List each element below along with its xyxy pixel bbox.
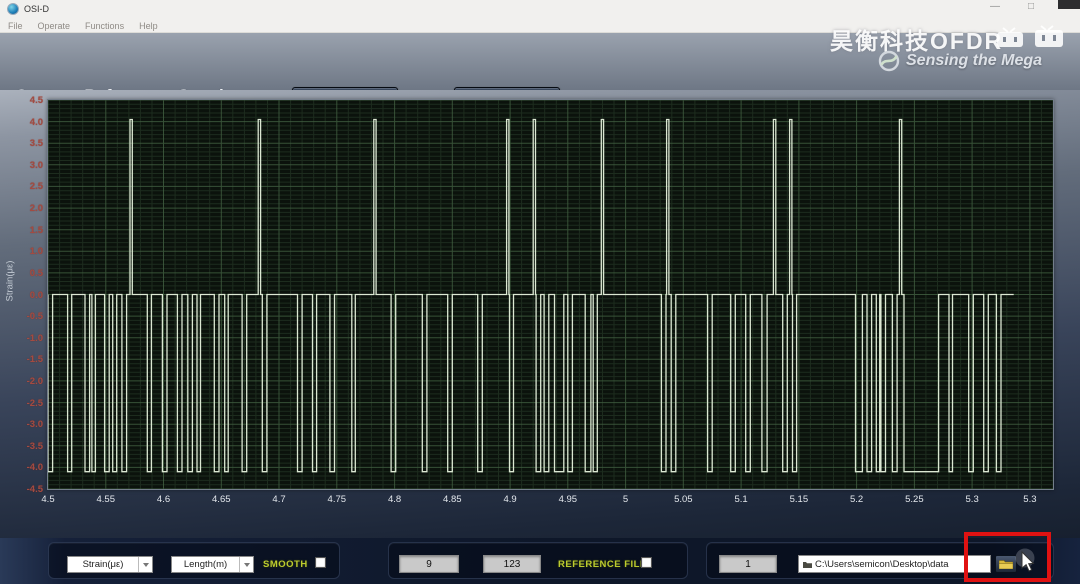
x-tick-label: 5.05 xyxy=(674,494,693,505)
reference-group: 9 123 REFERENCE FILE xyxy=(388,542,688,579)
smooth-checkbox[interactable] xyxy=(315,557,326,568)
chevron-down-icon xyxy=(239,557,253,572)
minimize-button[interactable]: — xyxy=(988,1,1002,12)
y-tick-label: -0.5 xyxy=(0,311,43,322)
menu-item-operate[interactable]: Operate xyxy=(38,21,71,31)
y-tick-label: -2.0 xyxy=(0,376,43,387)
data-path-input[interactable]: C:\Users\semicon\Desktop\data xyxy=(798,555,991,573)
y-tick-label: -1.5 xyxy=(0,354,43,365)
brand-text: Sensing the Mega xyxy=(906,52,1042,70)
x-tick-label: 4.5 xyxy=(41,494,54,505)
smooth-label: SMOOTH xyxy=(263,559,308,570)
bottom-control-bar: Strain(με) Length(m) SMOOTH 9 123 REFERE… xyxy=(0,538,1080,584)
y-tick-label: -1.0 xyxy=(0,333,43,344)
x-tick-label: 4.8 xyxy=(388,494,401,505)
brand-swoosh-icon xyxy=(878,50,900,72)
x-tick-label: 4.65 xyxy=(212,494,231,505)
menu-item-file[interactable]: File xyxy=(8,21,23,31)
app-logo-icon xyxy=(7,3,19,15)
y-tick-label: 0.0 xyxy=(0,290,43,301)
y-tick-label: 1.0 xyxy=(0,246,43,257)
y-tick-label: 4.5 xyxy=(0,95,43,106)
window-title: OSI-D xyxy=(24,4,49,14)
x-tick-label: 4.6 xyxy=(157,494,170,505)
units-group: Strain(με) Length(m) SMOOTH xyxy=(48,542,340,579)
screen-corner-overlay xyxy=(1058,0,1080,9)
y-tick-label: 4.0 xyxy=(0,117,43,128)
x-tick-label: 5.15 xyxy=(790,494,809,505)
y-tick-label: -4.5 xyxy=(0,484,43,495)
x-tick-label: 5.2 xyxy=(850,494,863,505)
y-tick-label: -2.5 xyxy=(0,398,43,409)
y-tick-label: 3.0 xyxy=(0,160,43,171)
y-tick-label: -3.5 xyxy=(0,441,43,452)
strain-plot[interactable] xyxy=(47,99,1054,490)
y-tick-label: 2.0 xyxy=(0,203,43,214)
x-tick-label: 5.3 xyxy=(966,494,979,505)
y-tick-label: 0.5 xyxy=(0,268,43,279)
chevron-down-icon xyxy=(138,557,152,572)
brand-lockup: Sensing the Mega xyxy=(878,50,1042,72)
waveform-canvas[interactable] xyxy=(48,100,1053,489)
chart-panel: Strain(με) 4.54.03.53.02.52.01.51.00.50.… xyxy=(0,90,1080,538)
y-unit-dropdown[interactable]: Strain(με) xyxy=(67,556,153,573)
menu-item-functions[interactable]: Functions xyxy=(85,21,124,31)
field-a-input[interactable]: 9 xyxy=(399,555,459,573)
y-tick-label: -4.0 xyxy=(0,462,43,473)
x-tick-label: 5.25 xyxy=(905,494,924,505)
application-window: OSI-D —□× FileOperateFunctionsHelp Captu… xyxy=(0,0,1080,584)
y-tick-label: 2.5 xyxy=(0,181,43,192)
y-tick-label: 3.5 xyxy=(0,138,43,149)
path-glyph-icon xyxy=(803,560,812,569)
menu-item-help[interactable]: Help xyxy=(139,21,158,31)
x-tick-label: 4.7 xyxy=(272,494,285,505)
x-tick-label: 5.3 xyxy=(1023,494,1036,505)
reference-file-label: REFERENCE FILE xyxy=(558,559,647,570)
field-b-input[interactable]: 123 xyxy=(483,555,541,573)
title-bar: OSI-D —□× xyxy=(0,0,1080,19)
x-tick-label: 4.95 xyxy=(559,494,578,505)
mouse-cursor-icon xyxy=(1014,548,1044,583)
x-tick-label: 4.75 xyxy=(328,494,347,505)
x-tick-label: 4.85 xyxy=(443,494,462,505)
x-tick-label: 5 xyxy=(623,494,628,505)
y-tick-label: 1.5 xyxy=(0,225,43,236)
x-tick-label: 5.1 xyxy=(734,494,747,505)
x-tick-label: 4.9 xyxy=(503,494,516,505)
x-unit-dropdown[interactable]: Length(m) xyxy=(171,556,254,573)
channel-input[interactable]: 1 xyxy=(719,555,777,573)
reference-file-checkbox[interactable] xyxy=(641,557,652,568)
maximize-button[interactable]: □ xyxy=(1024,1,1038,12)
y-tick-label: -3.0 xyxy=(0,419,43,430)
x-tick-label: 4.55 xyxy=(97,494,116,505)
